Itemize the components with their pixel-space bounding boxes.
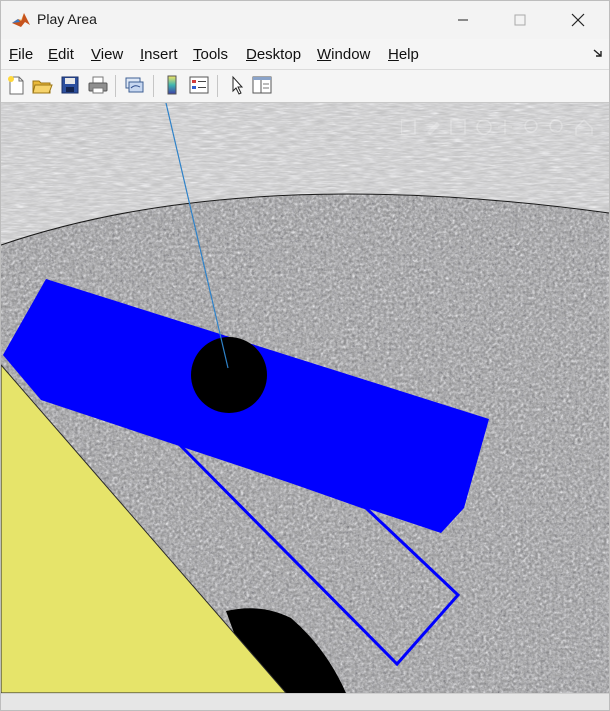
- legend-icon[interactable]: [188, 74, 210, 96]
- menu-edit[interactable]: Edit: [48, 46, 74, 63]
- title-bar: Play Area: [1, 1, 609, 39]
- property-inspector-icon[interactable]: [251, 74, 273, 96]
- toolbar-separator: [153, 75, 154, 97]
- minimize-button[interactable]: [433, 1, 493, 39]
- menu-desktop[interactable]: Desktop: [246, 46, 301, 63]
- zoom-in-icon: [524, 119, 538, 133]
- menu-view[interactable]: View: [91, 46, 123, 63]
- pan-icon: [498, 120, 512, 134]
- status-bar: [1, 693, 609, 710]
- window-title: Play Area: [37, 11, 97, 27]
- close-button[interactable]: [548, 1, 608, 39]
- maximize-icon: [514, 14, 526, 26]
- open-file-icon[interactable]: [31, 74, 53, 96]
- menu-bar: File Edit View Insert Tools Desktop Wind…: [1, 39, 609, 70]
- link-plot-icon[interactable]: [123, 74, 145, 96]
- brush-icon: [427, 122, 440, 135]
- figure-window: Play Area File Edit View Insert Tools De…: [0, 0, 610, 711]
- play-area-axes[interactable]: [1, 103, 609, 693]
- menu-help[interactable]: Help: [388, 46, 419, 63]
- dock-arrow-icon[interactable]: [593, 48, 603, 58]
- rotate-icon: [476, 119, 492, 135]
- data-tip-icon: [450, 119, 466, 135]
- menu-file[interactable]: File: [9, 46, 33, 63]
- scene-canvas: [1, 103, 609, 693]
- menu-tools[interactable]: Tools: [193, 46, 228, 63]
- maximize-button[interactable]: [490, 1, 550, 39]
- zoom-out-icon: [549, 119, 563, 133]
- new-figure-icon[interactable]: [5, 74, 27, 96]
- colorbar-icon[interactable]: [161, 74, 183, 96]
- menu-insert[interactable]: Insert: [140, 46, 178, 63]
- figure-toolbar: [1, 70, 609, 103]
- close-icon: [571, 13, 585, 27]
- ball: [191, 337, 267, 413]
- save-icon[interactable]: [59, 74, 81, 96]
- toolbar-separator: [115, 75, 116, 97]
- minimize-icon: [458, 19, 468, 21]
- menu-window[interactable]: Window: [317, 46, 370, 63]
- home-icon: [575, 118, 593, 136]
- export-icon: [401, 119, 416, 135]
- toolbar-separator: [217, 75, 218, 97]
- matlab-icon: [11, 10, 31, 30]
- axes-toolbar[interactable]: [401, 117, 601, 137]
- edit-plot-arrow-icon[interactable]: [226, 74, 248, 96]
- print-icon[interactable]: [87, 74, 109, 96]
